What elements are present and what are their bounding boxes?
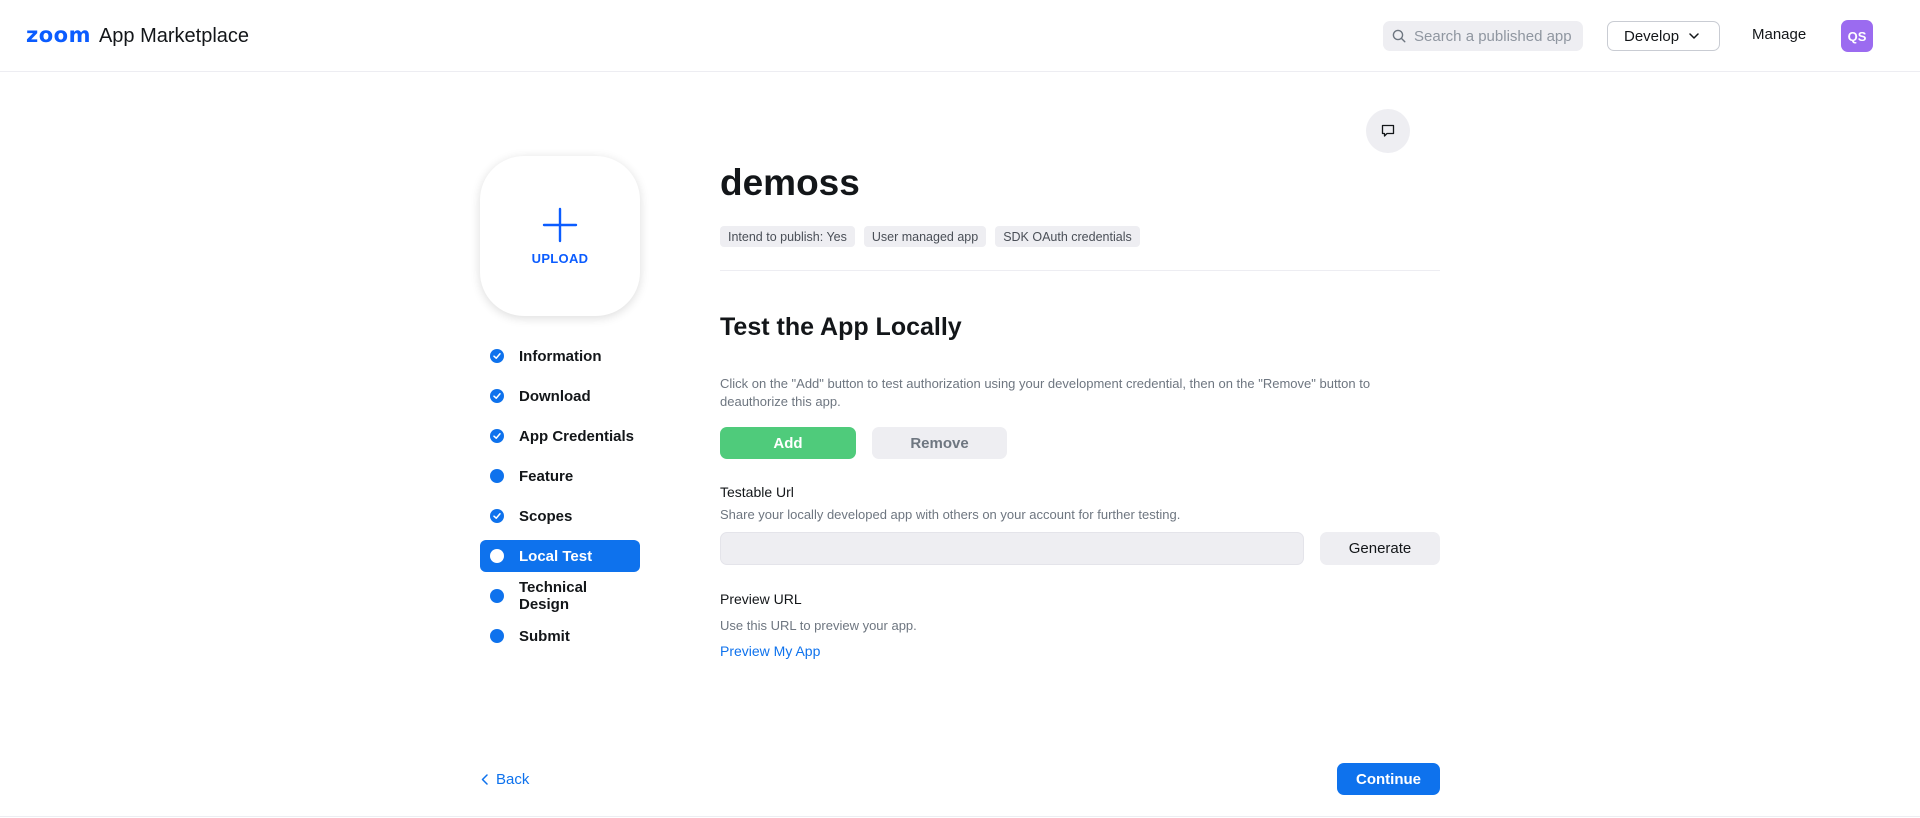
step-local-test[interactable]: Local Test (480, 540, 640, 572)
step-label: Feature (519, 467, 574, 485)
app-tags: Intend to publish: Yes User managed app … (720, 226, 1140, 247)
user-avatar[interactable]: QS (1841, 20, 1873, 52)
step-scopes[interactable]: Scopes (480, 500, 640, 532)
upload-app-icon[interactable]: UPLOAD (480, 156, 640, 316)
plus-icon (542, 207, 578, 242)
step-label: Local Test (519, 547, 593, 565)
local-test-description: Click on the "Add" button to test author… (720, 376, 1371, 409)
preview-url-description: Use this URL to preview your app. (720, 618, 917, 633)
dot-icon (490, 469, 504, 483)
preview-url-label: Preview URL (720, 591, 802, 607)
step-label: Download (519, 387, 591, 405)
step-submit[interactable]: Submit (480, 620, 640, 652)
search-icon (1392, 29, 1406, 43)
bottom-divider (0, 816, 1920, 817)
check-circle-icon (490, 509, 504, 523)
upload-label: UPLOAD (531, 250, 589, 266)
step-label: App Credentials (519, 427, 635, 445)
step-app-credentials[interactable]: App Credentials (480, 420, 640, 452)
zoom-logo-text: zoom (26, 23, 91, 47)
remove-button[interactable]: Remove (872, 427, 1007, 459)
chat-bubble-icon (1381, 124, 1395, 137)
search-box[interactable] (1383, 21, 1583, 51)
step-navigation: Information Download App Credentials Fea… (480, 340, 640, 660)
step-information[interactable]: Information (480, 340, 640, 372)
section-title: Test the App Locally (720, 313, 962, 341)
manage-link[interactable]: Manage (1752, 26, 1806, 43)
check-circle-icon (490, 429, 504, 443)
divider (720, 270, 1440, 271)
dot-icon (490, 629, 504, 643)
dot-icon (490, 589, 504, 603)
step-technical-design[interactable]: Technical Design (480, 579, 640, 613)
marketplace-logo[interactable]: zoom App Marketplace (26, 23, 249, 48)
develop-label: Develop (1624, 27, 1680, 45)
check-circle-icon (490, 349, 504, 363)
step-download[interactable]: Download (480, 380, 640, 412)
step-label: Information (519, 347, 602, 365)
continue-button[interactable]: Continue (1337, 763, 1440, 795)
testable-url-description: Share your locally developed app with ot… (720, 507, 1181, 522)
top-header: zoom App Marketplace Develop Manage QS (0, 0, 1920, 72)
tag-publish-intent: Intend to publish: Yes (720, 226, 855, 247)
step-label: Scopes (519, 507, 573, 525)
testable-url-input[interactable] (720, 532, 1304, 565)
step-label: Submit (519, 627, 570, 645)
back-label: Back (496, 771, 530, 788)
tag-app-type: User managed app (863, 226, 987, 247)
add-button[interactable]: Add (720, 427, 856, 459)
preview-my-app-link[interactable]: Preview My App (720, 643, 820, 659)
search-input[interactable] (1414, 27, 1579, 45)
check-circle-icon (490, 389, 504, 403)
step-label: Technical Design (519, 579, 588, 613)
generate-button[interactable]: Generate (1320, 532, 1440, 565)
feedback-button[interactable] (1366, 109, 1410, 153)
back-button[interactable]: Back (481, 771, 529, 788)
step-feature[interactable]: Feature (480, 460, 640, 492)
chevron-down-icon (1689, 33, 1699, 39)
dot-icon (490, 549, 504, 563)
testable-url-label: Testable Url (720, 484, 794, 500)
tag-credentials: SDK OAuth credentials (995, 226, 1140, 247)
develop-dropdown[interactable]: Develop (1607, 21, 1720, 51)
app-name: demoss (720, 162, 860, 203)
chevron-left-icon (481, 774, 488, 785)
app-marketplace-text: App Marketplace (98, 25, 250, 47)
